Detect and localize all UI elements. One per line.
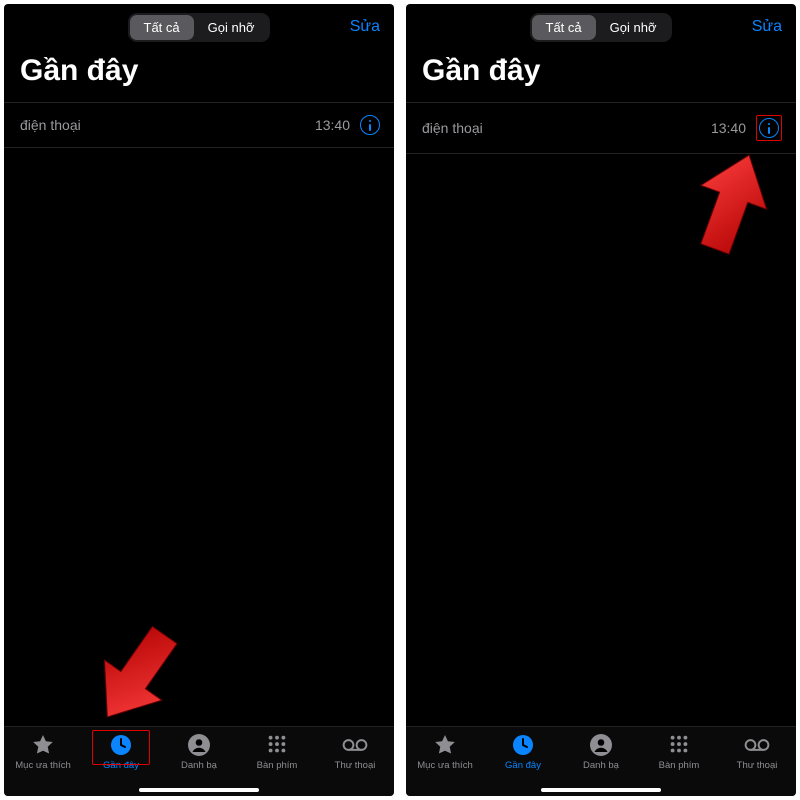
tab-contacts[interactable]: Danh bạ xyxy=(562,733,640,771)
page-title: Gần đây xyxy=(4,50,394,102)
top-bar: Tất cả Gọi nhỡ Sửa xyxy=(406,4,796,50)
tab-bar: Mục ưa thích Gần đây Danh bạ xyxy=(4,726,394,796)
red-highlight-box xyxy=(756,115,782,141)
call-time: 13:40 xyxy=(315,117,350,133)
tab-label: Bàn phím xyxy=(257,760,298,771)
tab-recents[interactable]: Gần đây xyxy=(484,733,562,771)
person-icon xyxy=(588,733,614,757)
clock-icon xyxy=(510,733,536,757)
star-icon xyxy=(432,733,458,757)
phone-panel-left: Tất cả Gọi nhỡ Sửa Gần đây điện thoại 13… xyxy=(4,4,394,796)
recent-call-row[interactable]: điện thoại 13:40 xyxy=(406,102,796,154)
tab-contacts[interactable]: Danh bạ xyxy=(160,733,238,771)
top-bar: Tất cả Gọi nhỡ Sửa xyxy=(4,4,394,50)
segment-all[interactable]: Tất cả xyxy=(130,15,194,40)
tab-label: Mục ưa thích xyxy=(15,760,70,771)
tab-voicemail[interactable]: Thư thoại xyxy=(718,733,796,771)
page-title: Gần đây xyxy=(406,50,796,102)
recent-call-row[interactable]: điện thoại 13:40 xyxy=(4,102,394,148)
tab-label: Danh bạ xyxy=(181,760,217,771)
clock-icon xyxy=(108,733,134,757)
edit-button[interactable]: Sửa xyxy=(350,18,380,36)
tab-bar: Mục ưa thích Gần đây Danh bạ xyxy=(406,726,796,796)
segment-missed[interactable]: Gọi nhỡ xyxy=(194,15,269,40)
tab-label: Gần đây xyxy=(505,760,541,771)
tab-favorites[interactable]: Mục ưa thích xyxy=(4,733,82,771)
tab-recents[interactable]: Gần đây xyxy=(82,733,160,771)
phone-panel-right: Tất cả Gọi nhỡ Sửa Gần đây điện thoại 13… xyxy=(406,4,796,796)
tab-label: Danh bạ xyxy=(583,760,619,771)
keypad-icon xyxy=(264,733,290,757)
empty-space xyxy=(4,148,394,726)
empty-space xyxy=(406,154,796,726)
tab-label: Mục ưa thích xyxy=(417,760,472,771)
segment-missed[interactable]: Gọi nhỡ xyxy=(596,15,671,40)
tab-label: Thư thoại xyxy=(335,760,376,771)
voicemail-icon xyxy=(744,733,770,757)
call-time: 13:40 xyxy=(711,120,746,136)
caller-label: điện thoại xyxy=(422,120,483,136)
voicemail-icon xyxy=(342,733,368,757)
caller-label: điện thoại xyxy=(20,117,81,133)
home-indicator[interactable] xyxy=(541,788,661,792)
tab-label: Gần đây xyxy=(103,760,139,771)
recents-segmented-control[interactable]: Tất cả Gọi nhỡ xyxy=(128,13,271,42)
tutorial-canvas: Tất cả Gọi nhỡ Sửa Gần đây điện thoại 13… xyxy=(0,0,800,800)
star-icon xyxy=(30,733,56,757)
info-icon[interactable] xyxy=(360,115,380,135)
info-icon[interactable] xyxy=(759,118,779,138)
tab-keypad[interactable]: Bàn phím xyxy=(640,733,718,771)
keypad-icon xyxy=(666,733,692,757)
tab-favorites[interactable]: Mục ưa thích xyxy=(406,733,484,771)
tab-voicemail[interactable]: Thư thoại xyxy=(316,733,394,771)
segment-all[interactable]: Tất cả xyxy=(532,15,596,40)
recents-segmented-control[interactable]: Tất cả Gọi nhỡ xyxy=(530,13,673,42)
edit-button[interactable]: Sửa xyxy=(752,18,782,36)
tab-label: Bàn phím xyxy=(659,760,700,771)
tab-label: Thư thoại xyxy=(737,760,778,771)
home-indicator[interactable] xyxy=(139,788,259,792)
person-icon xyxy=(186,733,212,757)
tab-keypad[interactable]: Bàn phím xyxy=(238,733,316,771)
